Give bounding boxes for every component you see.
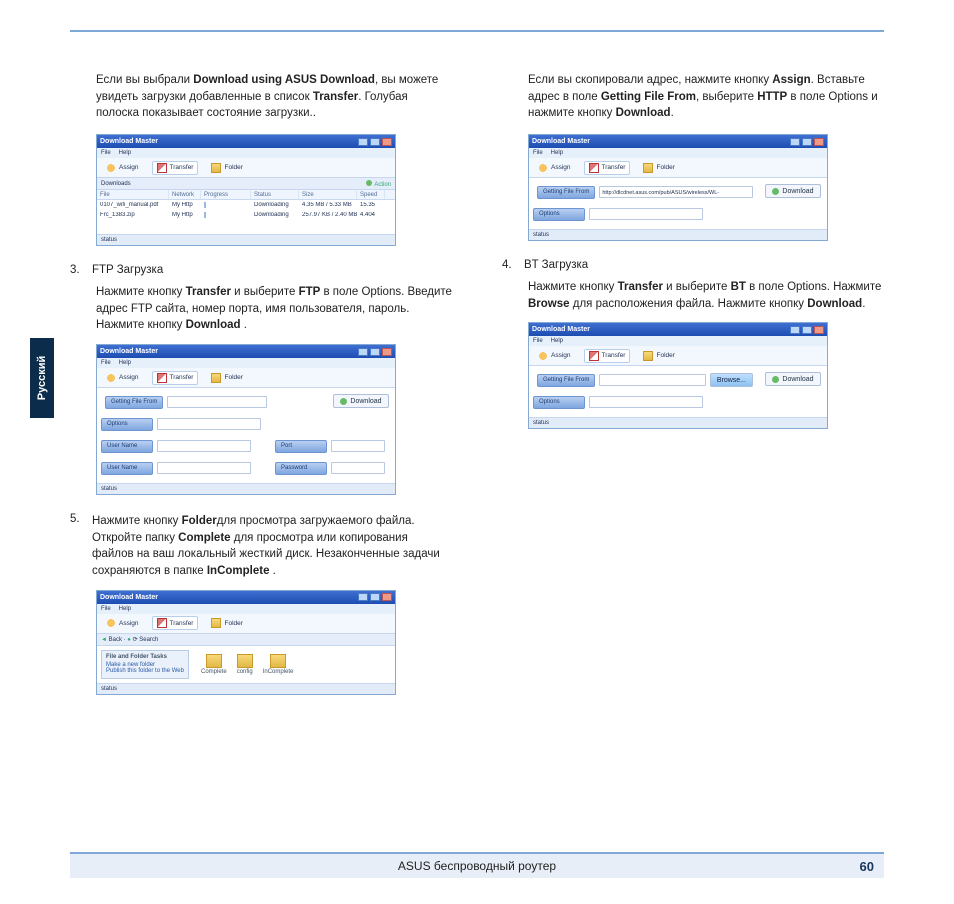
download-button[interactable]: Download	[765, 372, 820, 386]
content-columns: Если вы выбрали Download using ASUS Down…	[70, 72, 884, 713]
transfer-icon	[157, 163, 167, 173]
download-button[interactable]: Download	[333, 394, 388, 408]
item-4-body: Нажмите кнопку Transfer и выберите BT в …	[502, 279, 884, 312]
item-4-title: BT Загрузка	[524, 259, 884, 271]
browse-button[interactable]: Browse...	[710, 373, 753, 387]
assign-icon	[106, 163, 116, 173]
folder-icon	[237, 654, 253, 668]
footer-text: ASUS беспроводный роутер	[398, 859, 556, 873]
item-5: 5. Нажмите кнопку Folderдля просмотра за…	[70, 513, 452, 580]
top-rule	[70, 30, 884, 32]
item-5-body: Нажмите кнопку Folderдля просмотра загру…	[92, 513, 452, 580]
page-footer: ASUS беспроводный роутер 60	[70, 852, 884, 878]
page-number: 60	[860, 859, 874, 874]
screenshot-folder-view: Download Master FileHelp Assign Transfer…	[96, 590, 396, 695]
item-3: 3. FTP Загрузка	[70, 264, 452, 276]
right-intro: Если вы скопировали адрес, нажмите кнопк…	[502, 72, 884, 122]
window-title: Download Master	[100, 138, 158, 145]
left-column: Если вы выбрали Download using ASUS Down…	[70, 72, 452, 713]
screenshot-transfer-list: Download Master FileHelp Assign Transfer…	[96, 134, 396, 246]
language-tab: Русский	[30, 338, 54, 418]
download-button[interactable]: Download	[765, 184, 820, 198]
screenshot-bt-browse: Download Master FileHelp Assign Transfer…	[528, 322, 828, 429]
item-5-number: 5.	[70, 513, 84, 580]
window-buttons	[358, 138, 392, 146]
left-intro: Если вы выбрали Download using ASUS Down…	[70, 72, 452, 122]
item-3-title: FTP Загрузка	[92, 264, 452, 276]
folder-icon	[206, 654, 222, 668]
item-3-number: 3.	[70, 264, 84, 276]
screenshot-ftp-form: Download Master FileHelp Assign Transfer…	[96, 344, 396, 495]
screenshot-http-assign: Download Master FileHelp Assign Transfer…	[528, 134, 828, 241]
item-3-body: Нажмите кнопку Transfer и выберите FTP в…	[70, 284, 452, 334]
folder-icon	[270, 654, 286, 668]
language-label: Русский	[36, 356, 48, 400]
item-4-number: 4.	[502, 259, 516, 271]
folder-icon	[211, 163, 221, 173]
right-column: Если вы скопировали адрес, нажмите кнопк…	[502, 72, 884, 713]
item-4: 4. BT Загрузка	[502, 259, 884, 271]
task-pane: File and Folder Tasks Make a new folder …	[101, 650, 189, 679]
